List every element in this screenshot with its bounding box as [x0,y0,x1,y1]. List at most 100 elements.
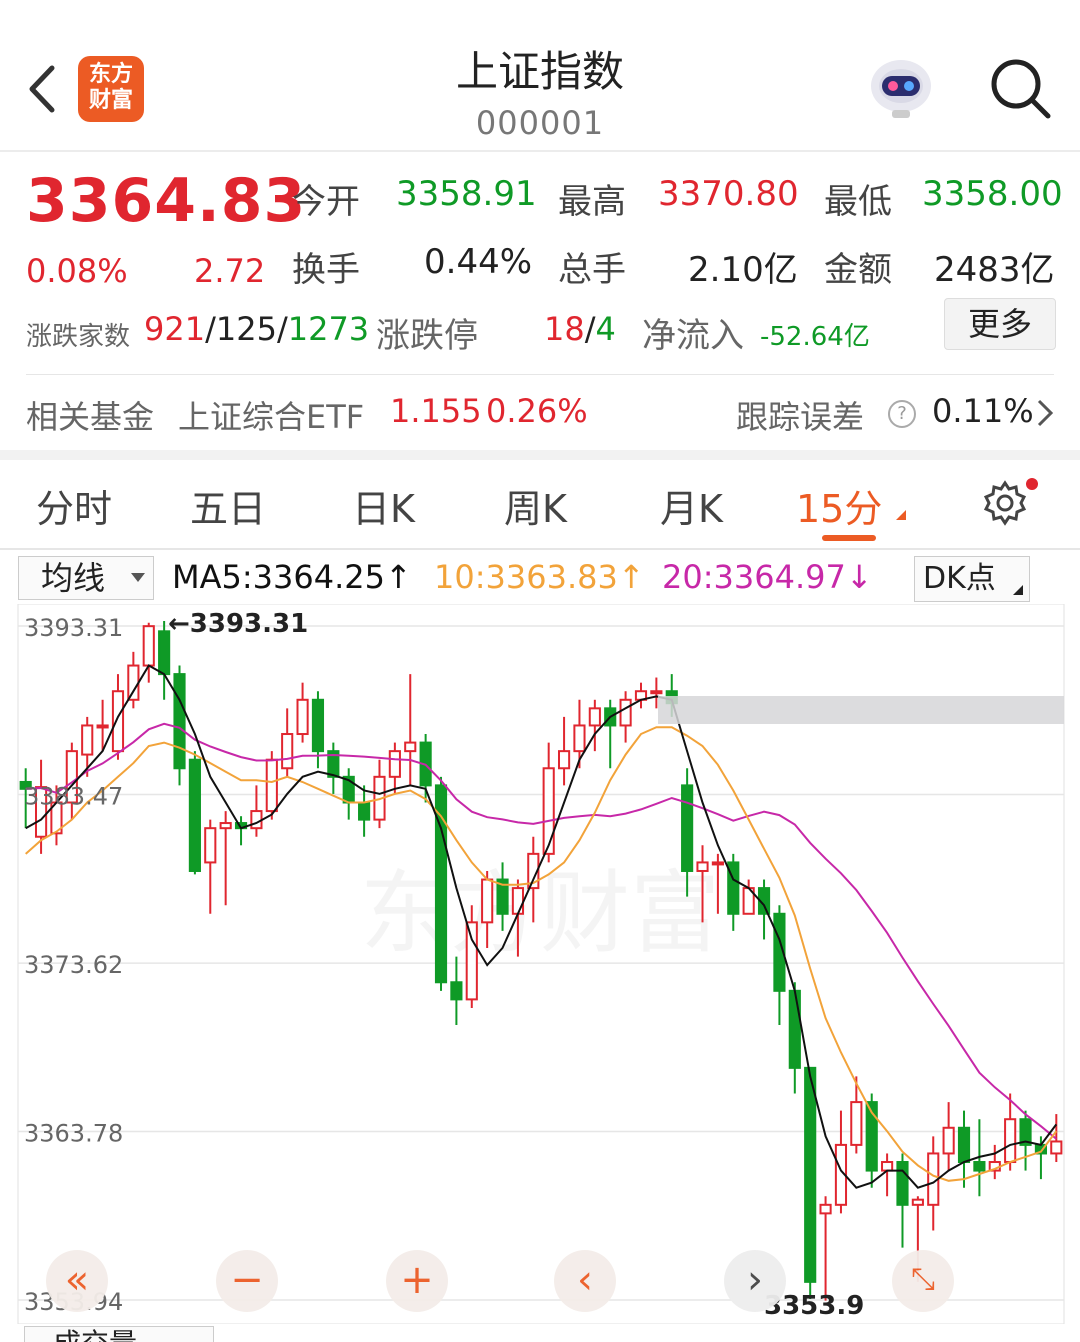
candle [358,785,371,837]
candle-body [404,741,417,753]
ma10-value: 10:3363.83↑ [434,558,645,596]
candle-body [696,861,709,872]
tab-intraday[interactable]: 分时 [36,478,112,533]
candle [788,982,801,1094]
candle-body [388,750,401,778]
volume-value: 2.10亿 [688,250,798,290]
volume-tab[interactable]: 成交量 [24,1326,214,1342]
candle-body [511,887,525,915]
candle [434,776,448,991]
netflow-label: 净流入 [642,316,744,356]
candle-body [1050,1140,1063,1155]
candle [173,665,186,786]
fund-label: 相关基金 [26,398,155,436]
open-value: 3358.91 [396,174,537,214]
candle-body [296,698,309,736]
tab-dropdown-icon [896,510,906,520]
zoom-out-button[interactable]: − [216,1250,278,1312]
y-tick-label: 3393.31 [24,614,123,642]
amount-label: 金额 [824,250,892,290]
candle-body [850,1101,863,1146]
section-divider [0,450,1080,460]
candle [311,691,325,769]
candle [634,682,648,709]
watermark: 东方财富 [360,861,720,966]
high-label: 最高 [558,182,626,222]
notification-dot [1026,478,1038,490]
candle-body [265,758,278,813]
candle-body [1004,1118,1017,1164]
candle-body [465,921,478,1001]
robot-assistant-icon[interactable] [866,56,936,120]
candle-body [96,724,109,729]
candle [388,742,401,794]
dk-point-button[interactable]: DK点 [914,556,1030,602]
candle-body [358,801,371,821]
candle [342,768,355,820]
candle [773,905,786,1026]
dropdown-arrow-icon [131,573,145,582]
candle [819,1196,832,1301]
candle [957,1110,971,1188]
candle-body [819,1203,832,1215]
candle [1004,1093,1017,1171]
candle-body [681,784,694,872]
dk-band [658,696,1064,724]
divider [26,374,1054,375]
help-icon[interactable]: ? [888,400,916,428]
settings-gear-icon[interactable] [980,478,1030,528]
fund-name[interactable]: 上证综合ETF [178,392,364,438]
candle-body [619,698,632,727]
candle [804,1066,817,1299]
tab-15min[interactable]: 15分 [796,478,882,533]
more-button[interactable]: 更多 [944,298,1056,350]
scroll-left-button[interactable]: ‹ [554,1250,616,1312]
candle [881,1153,894,1197]
candle-body [650,690,663,695]
candle-body [281,733,294,770]
y-tick-label: 3373.62 [24,951,123,979]
ma-select-label: 均线 [41,559,106,597]
tab-five-day[interactable]: 五日 [190,478,266,533]
tracking-error-value: 0.11% [932,392,1034,430]
candle [281,708,294,777]
current-price: 3364.83 [26,166,307,236]
candle-body [911,1198,924,1206]
search-icon[interactable] [988,56,1052,120]
fullscreen-button[interactable]: ⤡ [892,1250,954,1312]
scroll-right-button[interactable]: › [724,1250,786,1312]
low-label: 最低 [824,182,892,222]
tracking-error-label: 跟踪误差 [736,398,865,436]
tab-monthly-k[interactable]: 月K [660,478,723,533]
candle-body [111,690,125,753]
change-percent: 0.08% [26,252,128,290]
ma5-value: MA5:3364.25↑ [172,558,412,596]
ma-type-select[interactable]: 均线 [18,556,154,600]
candlestick-chart[interactable]: 东方财富 3393.313383.473373.623363.783353.94… [0,604,1080,1324]
zoom-in-button[interactable]: + [386,1250,448,1312]
chevron-right-icon[interactable] [1036,398,1054,428]
tab-divider [0,548,1080,550]
ma20-value: 20:3364.97↓ [662,558,873,596]
candle-body [788,989,801,1069]
max-price-marker: ←3393.31 [168,609,308,639]
tab-daily-k[interactable]: 日K [352,478,415,533]
candle-body [973,1161,986,1172]
candle [142,622,155,683]
candle [619,691,632,743]
candle [988,1144,1001,1180]
amount-value: 2483亿 [934,250,1055,290]
high-value: 3370.80 [658,174,799,214]
candle-body [127,664,140,701]
volume-label: 总手 [558,250,626,290]
open-label: 今开 [292,182,360,222]
candle-body [250,810,263,830]
candle-body [711,861,724,866]
tab-weekly-k[interactable]: 周K [504,478,567,533]
scroll-left-fast-button[interactable]: « [46,1250,108,1312]
candle-body [311,698,325,753]
candle [604,699,617,769]
candle [404,674,417,786]
breadth-label: 涨跌家数 [26,322,131,352]
candle-body [173,673,186,770]
